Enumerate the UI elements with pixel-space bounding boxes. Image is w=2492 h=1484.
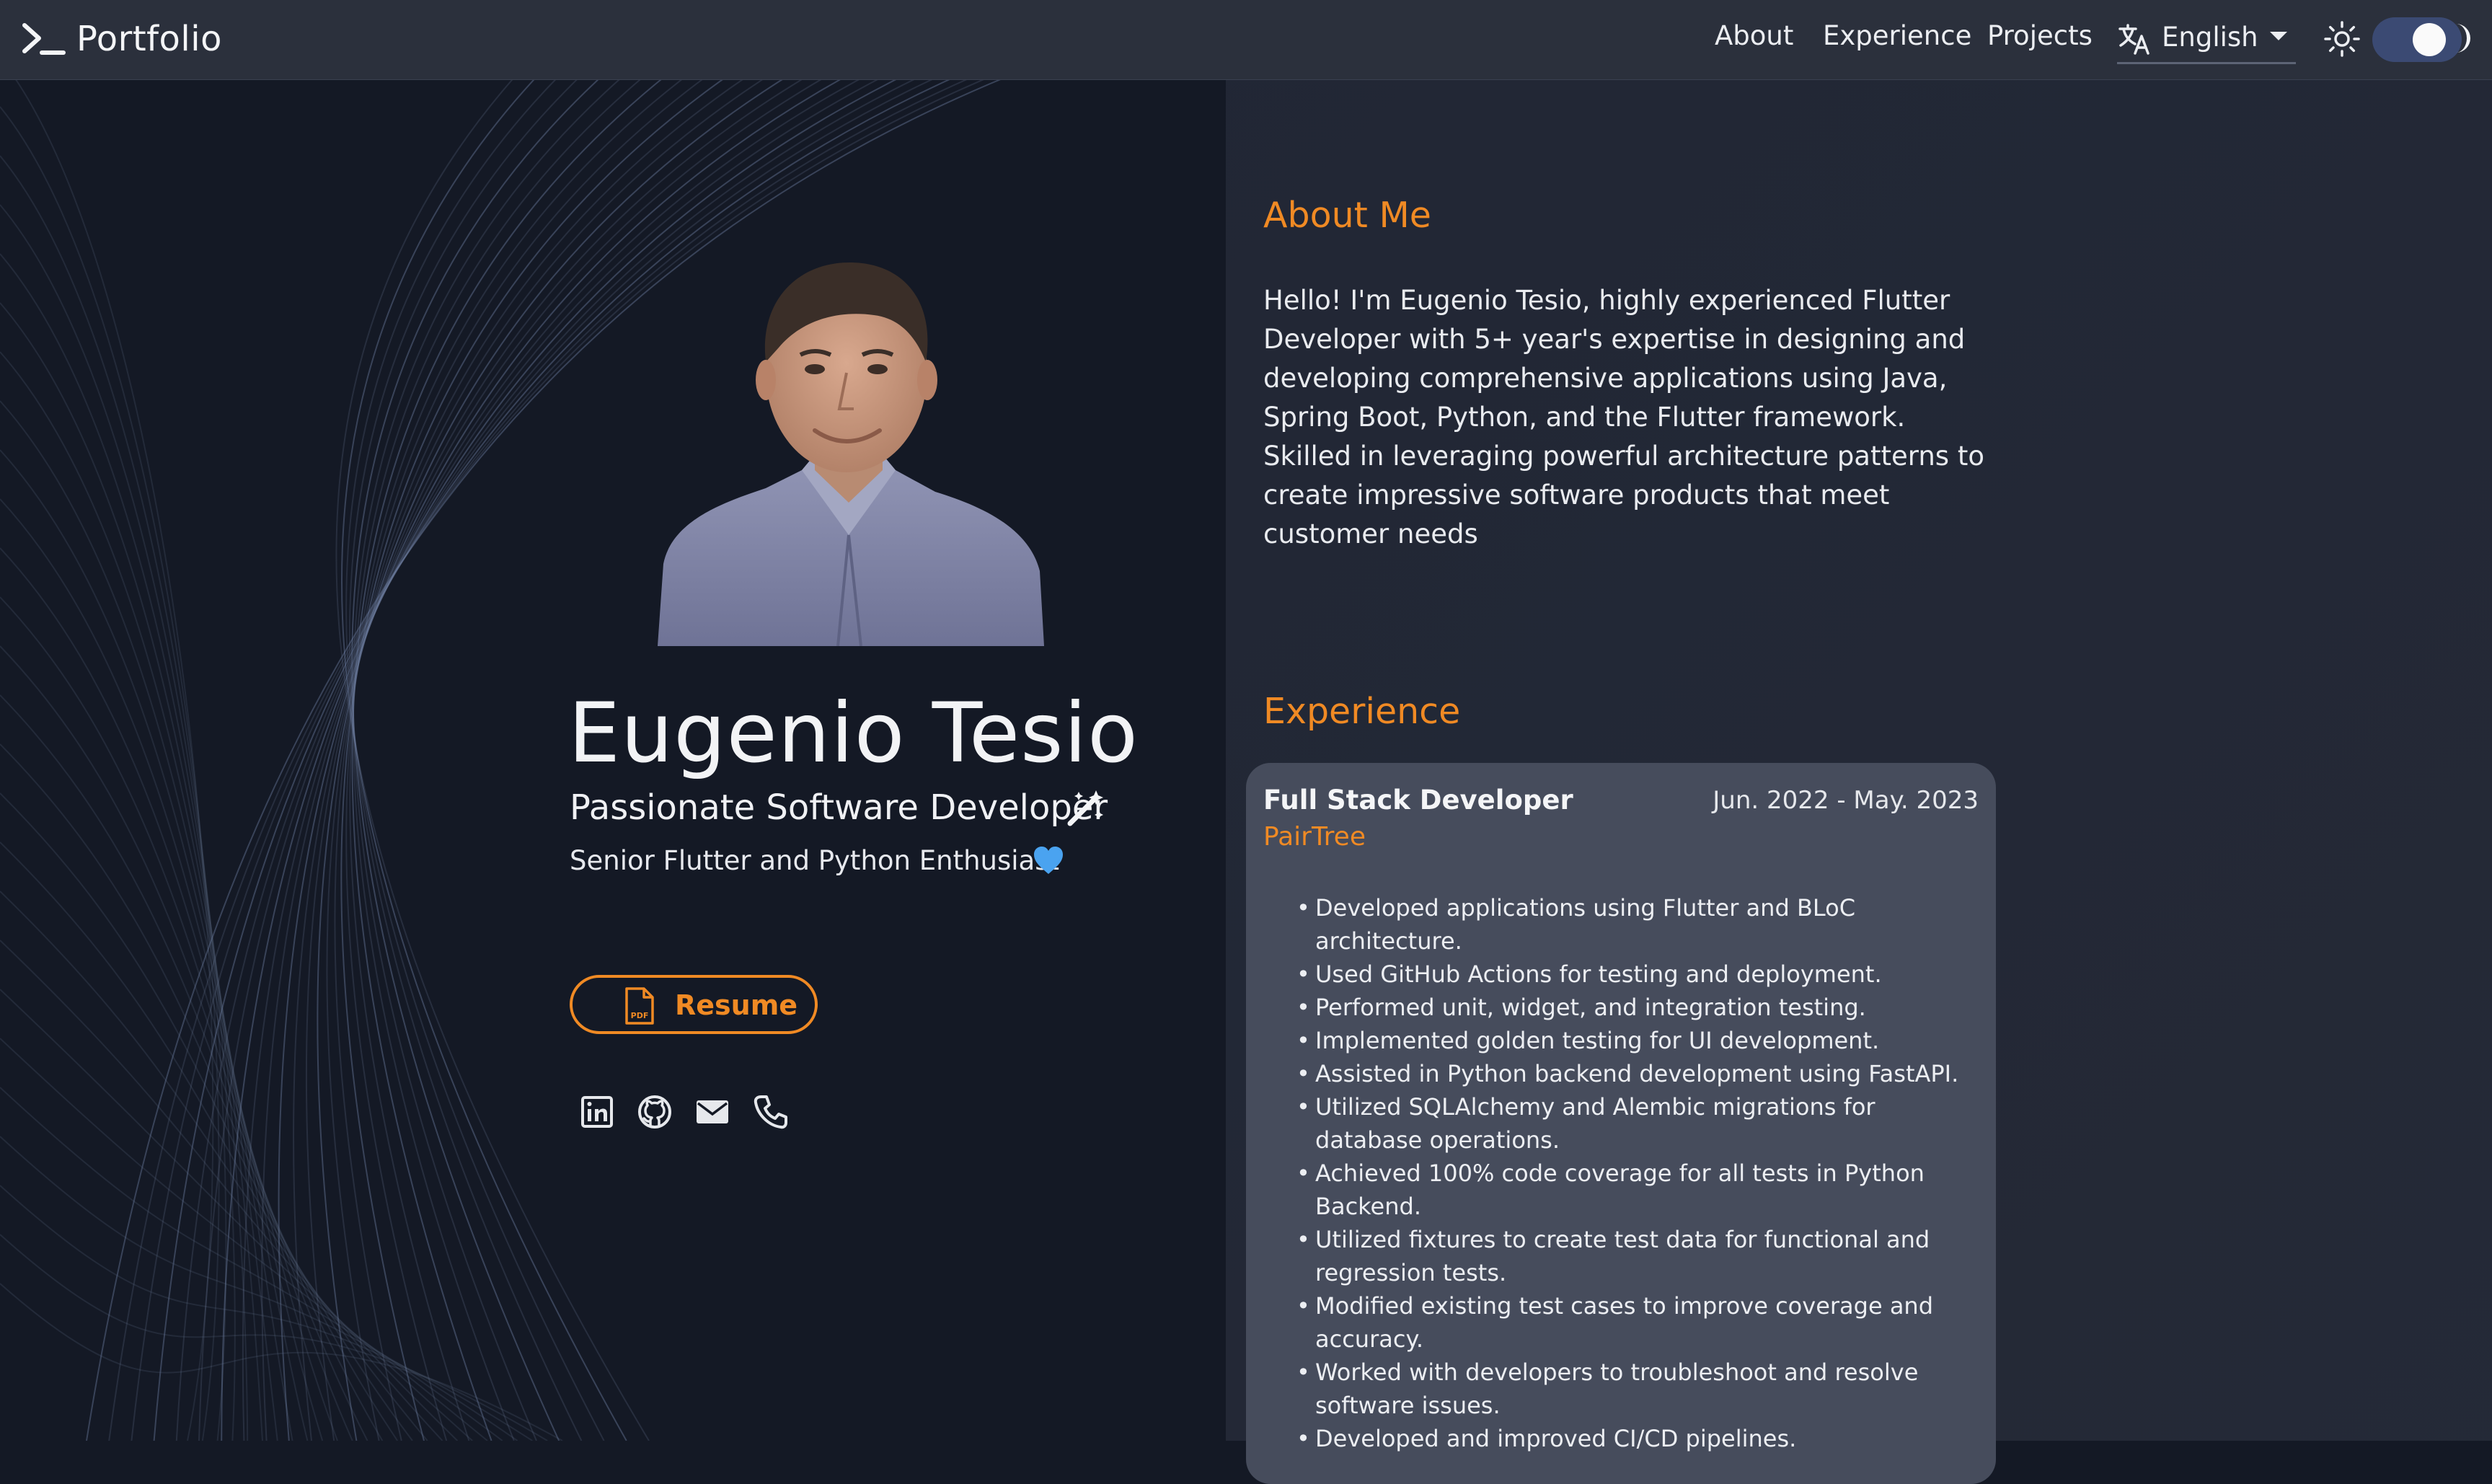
github-icon[interactable] xyxy=(636,1093,673,1131)
list-item: Developed applications using Flutter and… xyxy=(1296,891,1960,958)
list-item: Used GitHub Actions for testing and depl… xyxy=(1296,958,1960,991)
profile-photo xyxy=(658,262,1044,646)
list-item: Developed and improved CI/CD pipelines. xyxy=(1296,1422,1960,1455)
job-title: Full Stack Developer xyxy=(1263,785,1573,816)
navbar: Portfolio About Experience Projects Engl… xyxy=(0,0,2492,80)
nav-link-projects[interactable]: Projects xyxy=(1987,20,2093,51)
moon-icon xyxy=(2456,24,2470,53)
about-section-title: About Me xyxy=(1263,195,1431,236)
language-select[interactable]: English xyxy=(2117,16,2296,64)
heart-icon xyxy=(1034,847,1063,874)
sun-icon xyxy=(2324,21,2360,57)
list-item: Utilized SQLAlchemy and Alembic migratio… xyxy=(1296,1090,1960,1157)
hero-tagline: Senior Flutter and Python Enthusiast xyxy=(570,845,1059,876)
list-item: Performed unit, widget, and integration … xyxy=(1296,991,1960,1024)
list-item: Implemented golden testing for UI develo… xyxy=(1296,1024,1960,1057)
mail-icon[interactable] xyxy=(694,1093,731,1131)
list-item: Modified existing test cases to improve … xyxy=(1296,1289,1960,1356)
resume-button[interactable]: PDF Resume xyxy=(570,975,818,1034)
experience-card: Full Stack Developer Jun. 2022 - May. 20… xyxy=(1246,763,1996,1484)
language-select-value: English xyxy=(2162,22,2258,53)
phone-icon[interactable] xyxy=(751,1093,789,1131)
list-item: Assisted in Python backend development u… xyxy=(1296,1057,1960,1090)
job-dates: Jun. 2022 - May. 2023 xyxy=(1713,786,1979,815)
chevron-down-icon xyxy=(2270,32,2287,40)
brand-logo[interactable]: Portfolio xyxy=(22,13,222,65)
experience-section-title: Experience xyxy=(1263,691,1461,732)
hero-role: Passionate Software Developer xyxy=(570,787,1108,828)
list-item: Worked with developers to troubleshoot a… xyxy=(1296,1356,1960,1422)
translate-icon xyxy=(2118,24,2149,55)
linkedin-icon[interactable] xyxy=(578,1093,616,1131)
toggle-knob xyxy=(2413,23,2446,56)
job-bullet-list: Developed applications using Flutter and… xyxy=(1296,891,1960,1455)
brand-text: Portfolio xyxy=(76,19,222,59)
pdf-file-icon: PDF xyxy=(625,987,654,1025)
nav-link-about[interactable]: About xyxy=(1715,20,1793,51)
terminal-prompt-icon xyxy=(22,23,66,55)
pdf-badge-label: PDF xyxy=(631,1011,649,1020)
company-name: PairTree xyxy=(1263,822,1366,852)
list-item: Utilized fixtures to create test data fo… xyxy=(1296,1223,1960,1289)
hero-name: Eugenio Tesio xyxy=(568,685,1139,781)
resume-button-label: Resume xyxy=(675,989,798,1021)
nav-link-experience[interactable]: Experience xyxy=(1823,20,1971,51)
about-text: Hello! I'm Eugenio Tesio, highly experie… xyxy=(1263,285,1984,549)
list-item: Achieved 100% code coverage for all test… xyxy=(1296,1157,1960,1223)
magic-wand-icon xyxy=(1067,790,1103,826)
